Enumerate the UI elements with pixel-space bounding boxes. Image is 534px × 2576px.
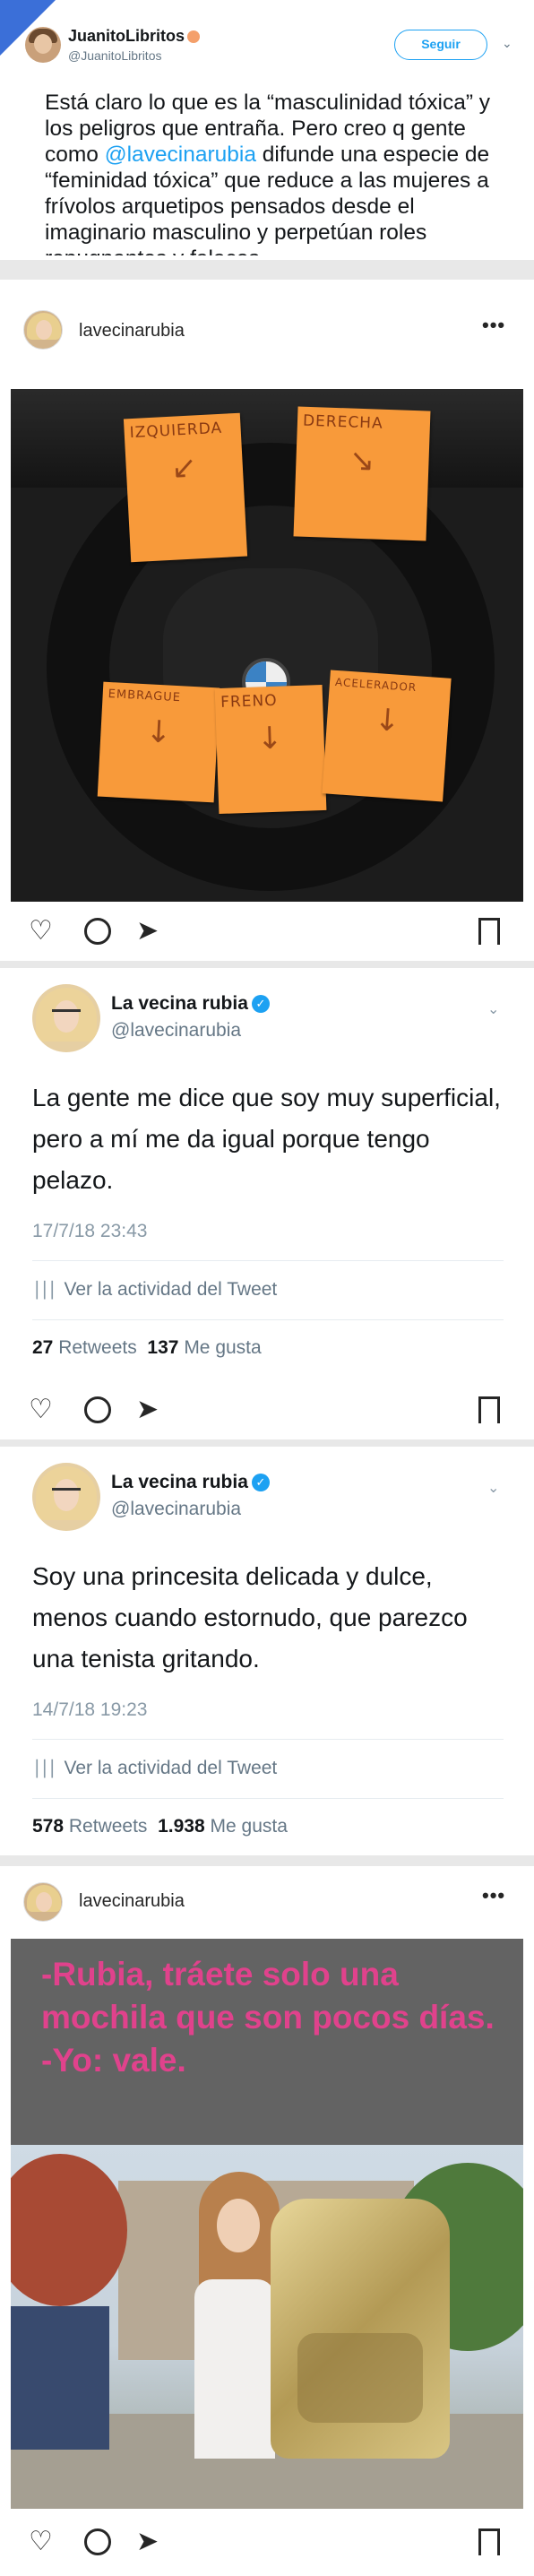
like-count: 137 <box>147 1337 179 1358</box>
heart-icon[interactable]: ♡ <box>29 918 53 945</box>
activity-text: Ver la actividad del Tweet <box>64 1758 278 1778</box>
note-embrague: EMBRAGUE ↓ <box>97 681 220 803</box>
tweet-author-handle[interactable]: @lavecinarubia <box>111 1020 241 1042</box>
analytics-icon: ∣∣∣ <box>32 1279 56 1300</box>
tweet-author-name-text: JuanitoLibritos <box>68 27 185 45</box>
tweet-author-handle[interactable]: @JuanitoLibritos <box>68 48 162 63</box>
ig-action-bar: ♡ ➤ <box>0 2509 534 2576</box>
ig-action-bar: ♡ ➤ <box>0 902 534 961</box>
separator <box>0 260 534 280</box>
site-watermark: VISTOENLASREDES.COM <box>0 0 56 56</box>
heart-icon[interactable]: ♡ <box>29 1396 53 1423</box>
photo-scene <box>11 2145 523 2509</box>
retweet-count: 27 <box>32 1337 54 1358</box>
tweet-date[interactable]: 14/7/18 19:23 <box>32 1699 147 1721</box>
more-icon[interactable]: ••• <box>482 1884 505 1907</box>
bookmark-icon[interactable] <box>478 918 500 945</box>
heart-icon[interactable]: ♡ <box>29 2528 53 2555</box>
bookmark-icon[interactable] <box>478 2528 500 2555</box>
share-icon[interactable]: ➤ <box>136 2528 159 2555</box>
retweet-label: Retweets <box>68 1816 148 1837</box>
ig-action-bar: ♡ ➤ <box>0 1380 534 1439</box>
share-icon[interactable]: ➤ <box>136 1396 159 1423</box>
author-name-text: La vecina rubia <box>111 993 248 1014</box>
tweet-activity-link[interactable]: ∣∣∣ Ver la actividad del Tweet <box>32 1278 277 1301</box>
comment-icon[interactable] <box>84 2528 111 2555</box>
tweet-activity-link[interactable]: ∣∣∣ Ver la actividad del Tweet <box>32 1757 277 1779</box>
ig-username[interactable]: lavecinarubia <box>79 321 185 341</box>
tweet-text: La gente me dice que soy muy superficial… <box>32 1084 501 1194</box>
author-name-text: La vecina rubia <box>111 1472 248 1492</box>
tweet-author-name[interactable]: La vecina rubia ✓ <box>111 1472 270 1493</box>
note-text: ACELERADOR <box>334 675 418 695</box>
tweet-stats[interactable]: 27 Retweets 137 Me gusta <box>32 1337 262 1359</box>
share-icon[interactable]: ➤ <box>136 918 159 945</box>
note-text: FRENO <box>220 691 278 712</box>
ig-username[interactable]: lavecinarubia <box>79 1891 185 1912</box>
photo-caption: -Rubia, tráete solo una mochila que son … <box>41 1956 495 2079</box>
avatar[interactable] <box>23 1882 63 1922</box>
embedded-tweet: La vecina rubia ✓ @lavecinarubia ⌄ Soy un… <box>11 1447 523 1855</box>
post-photo-steering-wheel: IZQUIERDA ↙ DERECHA ↘ EMBRAGUE ↓ FRENO ↓ ACE… <box>11 389 523 902</box>
follow-button[interactable]: Seguir <box>394 30 487 60</box>
peach-icon <box>187 30 200 44</box>
analytics-icon: ∣∣∣ <box>32 1758 56 1778</box>
separator <box>0 961 534 968</box>
tweet-date[interactable]: 17/7/18 23:43 <box>32 1221 147 1242</box>
embedded-tweet: La vecina rubia ✓ @lavecinarubia ⌄ La gen… <box>11 968 523 1380</box>
avatar[interactable] <box>32 1463 100 1531</box>
arrow-icon: ↓ <box>144 713 174 751</box>
separator <box>0 1439 534 1447</box>
verified-icon: ✓ <box>251 1474 270 1492</box>
comment-icon[interactable] <box>84 1396 111 1423</box>
more-icon[interactable]: ••• <box>482 314 505 337</box>
ig-post-header: lavecinarubia ••• <box>0 1866 534 1939</box>
like-label: Me gusta <box>210 1816 288 1837</box>
golden-backpack <box>271 2199 450 2459</box>
activity-text: Ver la actividad del Tweet <box>64 1279 278 1300</box>
retweet-count: 578 <box>32 1816 65 1837</box>
note-text: EMBRAGUE <box>108 687 182 705</box>
arrow-icon: ↙ <box>170 449 199 487</box>
tweet-author-name[interactable]: La vecina rubia ✓ <box>111 993 270 1015</box>
bookmark-icon[interactable] <box>478 1396 500 1423</box>
avatar[interactable] <box>32 984 100 1052</box>
tweet-author-name[interactable]: JuanitoLibritos <box>68 27 200 46</box>
ig-post-header: lavecinarubia ••• <box>0 280 534 378</box>
avatar[interactable] <box>23 310 63 350</box>
arrow-icon: ↓ <box>373 702 402 740</box>
retweet-label: Retweets <box>58 1337 137 1358</box>
chevron-down-icon[interactable]: ⌄ <box>487 1479 499 1497</box>
like-count: 1.938 <box>158 1816 205 1837</box>
tweet-mention-link[interactable]: @lavecinarubia <box>105 143 256 167</box>
divider <box>32 1739 504 1740</box>
tweet-author-handle[interactable]: @lavecinarubia <box>111 1499 241 1520</box>
note-izquierda: IZQUIERDA ↙ <box>123 412 248 563</box>
note-freno: FRENO ↓ <box>214 684 327 815</box>
caption-area: -Rubia, tráete solo una mochila que son … <box>11 1939 523 2145</box>
note-text: DERECHA <box>302 411 383 433</box>
tweet: JuanitoLibritos @JuanitoLibritos Seguir … <box>0 0 534 260</box>
post-photo-backpack: -Rubia, tráete solo una mochila que son … <box>11 1939 523 2509</box>
chevron-down-icon[interactable]: ⌄ <box>502 36 512 51</box>
like-label: Me gusta <box>184 1337 262 1358</box>
note-derecha: DERECHA ↘ <box>293 406 431 541</box>
separator <box>0 1855 534 1866</box>
note-text: IZQUIERDA <box>129 419 223 443</box>
arrow-icon: ↘ <box>349 442 376 480</box>
divider <box>32 1798 504 1799</box>
tweet-text: Soy una princesita delicada y dulce, men… <box>32 1562 468 1673</box>
comment-icon[interactable] <box>84 918 111 945</box>
tweet-text: Está claro lo que es la “masculinidad tó… <box>45 90 511 255</box>
divider <box>32 1260 504 1261</box>
divider <box>32 1319 504 1320</box>
verified-icon: ✓ <box>251 995 270 1014</box>
note-acelerador: ACELERADOR ↓ <box>322 670 452 802</box>
chevron-down-icon[interactable]: ⌄ <box>487 1000 499 1018</box>
tweet-stats[interactable]: 578 Retweets 1.938 Me gusta <box>32 1816 288 1837</box>
arrow-icon: ↓ <box>256 720 285 757</box>
